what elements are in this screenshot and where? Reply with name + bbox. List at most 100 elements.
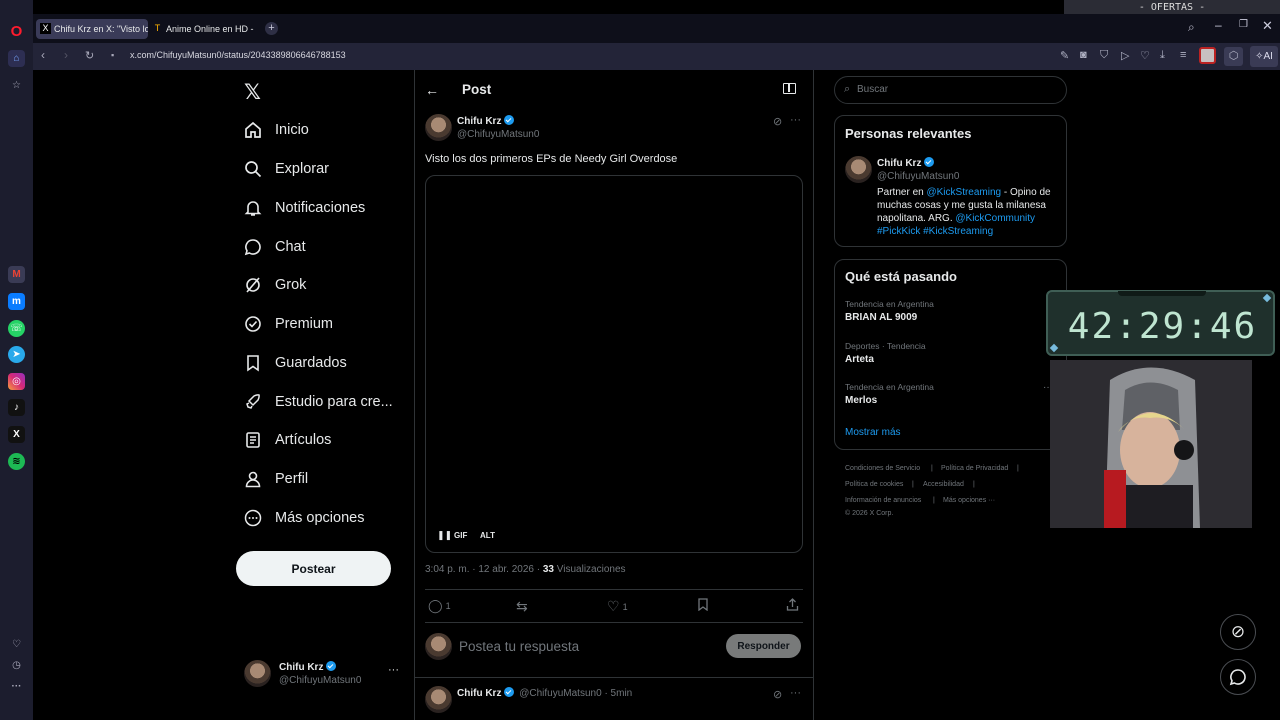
nav-item-label: Notificaciones <box>275 200 366 216</box>
reply-preview-avatar[interactable] <box>425 686 452 713</box>
trend-name[interactable]: BRIAN AL 9009 <box>845 312 917 323</box>
heart-icon[interactable]: ♡ <box>8 636 25 653</box>
play-icon[interactable]: ▷ <box>1121 49 1129 62</box>
more-horizontal-icon[interactable]: ··· <box>790 687 801 699</box>
footer-ads-link[interactable]: Información de anuncios <box>845 497 921 504</box>
shield-icon[interactable]: ⛉ <box>1100 49 1108 62</box>
grok-fab-button[interactable]: ⊘ <box>1220 614 1256 650</box>
more-icon[interactable]: ··· <box>8 678 25 695</box>
nav-item-inicio[interactable]: Inicio <box>244 115 309 145</box>
grok-icon[interactable]: ⊘ <box>773 688 782 701</box>
telegram-icon[interactable]: ➤ <box>8 346 25 363</box>
nav-item-perfil[interactable]: Perfil <box>244 464 308 494</box>
reload-icon[interactable]: ↻ <box>85 49 94 62</box>
more-horizontal-icon[interactable]: ··· <box>388 664 399 676</box>
download-icon[interactable]: ⤓ <box>1160 49 1165 62</box>
share-action[interactable] <box>786 598 799 611</box>
gmail-icon[interactable]: M <box>8 266 25 283</box>
ai-button[interactable]: ✧AI <box>1250 46 1278 67</box>
home-icon[interactable]: ⌂ <box>8 50 25 67</box>
nav-item-guardados[interactable]: Guardados <box>244 348 347 378</box>
back-arrow-icon[interactable]: ← <box>425 82 439 98</box>
forward-icon[interactable]: › <box>64 48 68 62</box>
reply-preview-name[interactable]: Chifu Krz <box>457 688 501 699</box>
nav-item-mas-opciones[interactable]: Más opciones <box>244 503 364 533</box>
alt-badge[interactable]: ALT <box>480 531 495 540</box>
nav-item-articulos[interactable]: Artículos <box>244 425 331 455</box>
footer-cookies-link[interactable]: Política de cookies <box>845 481 903 488</box>
author-handle[interactable]: @ChifuyuMatsun0 <box>457 129 539 140</box>
bookmark-action[interactable] <box>697 598 709 611</box>
more-horizontal-icon[interactable]: ··· <box>790 114 801 126</box>
post-timestamp[interactable]: 3:04 p. m. · 12 abr. 2026 · <box>425 564 543 575</box>
trend-name[interactable]: Merlos <box>845 395 877 406</box>
spotify-icon[interactable]: ≋ <box>8 453 25 470</box>
avatar[interactable] <box>845 156 872 183</box>
minimize-icon[interactable]: – <box>1215 18 1222 32</box>
tiktok-icon[interactable]: ♪ <box>8 399 25 416</box>
history-icon[interactable]: ◷ <box>8 657 25 674</box>
footer-sep: | <box>1017 465 1019 472</box>
bell-icon <box>244 199 262 217</box>
bio-hashtags[interactable]: #PickKick #KickStreaming <box>877 226 993 237</box>
tab-x-post[interactable]: X Chifu Krz en X: "Visto los dos <box>36 19 148 39</box>
footer-terms-link[interactable]: Condiciones de Servicio <box>845 465 920 472</box>
edit-icon[interactable]: ✎ <box>1060 49 1069 62</box>
footer-accessibility-link[interactable]: Accesibilidad <box>923 481 964 488</box>
reply-preview-handle[interactable]: @ChifuyuMatsun0 <box>519 688 601 699</box>
post-media-gif[interactable] <box>425 175 803 553</box>
chat-fab-button[interactable] <box>1220 659 1256 695</box>
show-more-link[interactable]: Mostrar más <box>845 427 901 438</box>
nav-item-grok[interactable]: Grok <box>244 270 306 300</box>
repost-action[interactable]: ⇆ <box>516 598 528 615</box>
url-field[interactable]: x.com/ChifuyuMatsun0/status/204338980664… <box>130 50 346 60</box>
bio-link-kickcommunity[interactable]: @KickCommunity <box>955 213 1035 224</box>
pin-icon[interactable]: ☆ <box>8 77 25 94</box>
nav-item-estudio-para-cre[interactable]: Estudio para cre... <box>244 387 393 417</box>
reader-mode-icon[interactable] <box>783 83 796 94</box>
post-button[interactable]: Postear <box>236 551 391 586</box>
heart-outline-icon[interactable]: ♡ <box>1140 49 1150 62</box>
footer-more-link[interactable]: Más opciones ··· <box>943 497 995 504</box>
back-icon[interactable]: ‹ <box>41 48 45 62</box>
nav-item-notificaciones[interactable]: Notificaciones <box>244 193 365 223</box>
nav-item-premium[interactable]: Premium <box>244 309 333 339</box>
nav-item-explorar[interactable]: Explorar <box>244 154 329 184</box>
tab-tioanime[interactable]: T Anime Online en HD - Tio Anime <box>148 19 256 39</box>
reply-action[interactable]: ◯ 1 <box>428 598 451 614</box>
repost-icon: ⇆ <box>516 598 528 614</box>
opera-logo-icon[interactable]: O <box>8 23 25 40</box>
author-avatar[interactable] <box>425 114 452 141</box>
extension-icon[interactable]: ⬡ <box>1224 47 1243 66</box>
article-icon <box>244 431 262 449</box>
trend-name[interactable]: Arteta <box>845 354 874 365</box>
relevant-handle[interactable]: @ChifuyuMatsun0 <box>877 171 959 182</box>
search-input[interactable]: ⌕ Buscar <box>834 76 1067 104</box>
camera-icon[interactable]: ◙ <box>1080 49 1087 61</box>
like-action[interactable]: ♡ 1 <box>607 598 628 615</box>
search-tabs-icon[interactable]: ⌕ <box>1188 20 1195 35</box>
profile-avatar[interactable] <box>1199 47 1216 64</box>
account-name: Chifu Krz <box>279 662 324 673</box>
instagram-icon[interactable]: ◎ <box>8 373 25 390</box>
maximize-icon[interactable]: ❐ <box>1239 19 1248 30</box>
bio-link-kickstreaming[interactable]: @KickStreaming <box>926 187 1001 198</box>
whatsapp-icon[interactable]: ☏ <box>8 320 25 337</box>
footer-privacy-link[interactable]: Política de Privacidad <box>941 465 1008 472</box>
account-switcher[interactable]: Chifu Krz @ChifuyuMatsun0 ··· <box>244 660 404 688</box>
menu-icon[interactable]: ≡ <box>1180 49 1186 61</box>
grok-icon[interactable]: ⊘ <box>773 115 782 128</box>
grok-icon: ⊘ <box>1230 622 1246 641</box>
relevant-name[interactable]: Chifu Krz <box>877 158 921 169</box>
pause-icon[interactable]: ❚❚ <box>437 530 452 541</box>
author-name[interactable]: Chifu Krz <box>457 116 501 127</box>
address-bar: ‹ › ↻ ▪ x.com/ChifuyuMatsun0/status/2043… <box>33 43 1280 70</box>
x-sidebar-icon[interactable]: X <box>8 426 25 443</box>
new-tab-icon[interactable]: + <box>265 22 278 35</box>
x-logo-icon[interactable]: 𝕏 <box>244 80 261 105</box>
reply-input[interactable]: Postea tu respuesta <box>459 639 579 654</box>
close-window-icon[interactable]: ✕ <box>1262 18 1273 34</box>
reply-button[interactable]: Responder <box>726 634 801 658</box>
nav-item-chat[interactable]: Chat <box>244 232 306 262</box>
messenger-icon[interactable]: m <box>8 293 25 310</box>
